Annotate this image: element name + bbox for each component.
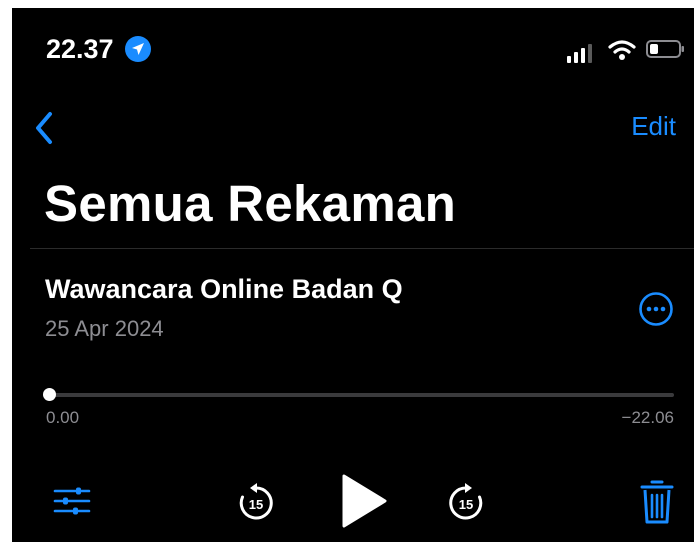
skip-back-15-button[interactable]: 15 [236, 482, 276, 524]
play-button[interactable] [339, 472, 389, 530]
skip-forward-label: 15 [459, 497, 473, 512]
trash-icon [640, 478, 674, 526]
playback-options-button[interactable] [53, 482, 91, 520]
voice-memos-screen: 22.37 Edit Semua Rekaman Wawancara Onlin… [12, 8, 694, 542]
rewind-15-icon: 15 [236, 482, 276, 524]
battery-icon [646, 39, 686, 59]
skip-back-label: 15 [249, 497, 263, 512]
back-button[interactable] [30, 108, 60, 148]
time-remaining: −22.06 [621, 408, 674, 427]
skip-forward-15-button[interactable]: 15 [446, 482, 486, 524]
recording-title[interactable]: Wawancara Online Badan Q [45, 274, 403, 305]
divider [30, 248, 694, 249]
scrubber-knob[interactable] [43, 388, 56, 401]
recording-date: 25 Apr 2024 [45, 316, 164, 341]
scrubber-track [45, 393, 674, 397]
page-title: Semua Rekaman [44, 175, 457, 232]
sliders-icon [53, 482, 91, 520]
chevron-left-icon [30, 112, 60, 152]
wifi-icon [608, 38, 636, 62]
time-elapsed: 0.00 [46, 408, 80, 427]
edit-button[interactable]: Edit [631, 111, 676, 142]
status-time: 22.37 [46, 34, 114, 64]
location-arrow-icon [124, 35, 152, 63]
ellipsis-circle-icon [638, 292, 674, 331]
playback-scrubber[interactable] [43, 388, 674, 402]
more-options-button[interactable] [638, 291, 674, 327]
cellular-signal-icon [566, 44, 596, 64]
play-icon [339, 472, 389, 530]
forward-15-icon: 15 [446, 482, 486, 524]
delete-button[interactable] [640, 478, 674, 526]
status-bar: 22.37 [12, 8, 694, 78]
